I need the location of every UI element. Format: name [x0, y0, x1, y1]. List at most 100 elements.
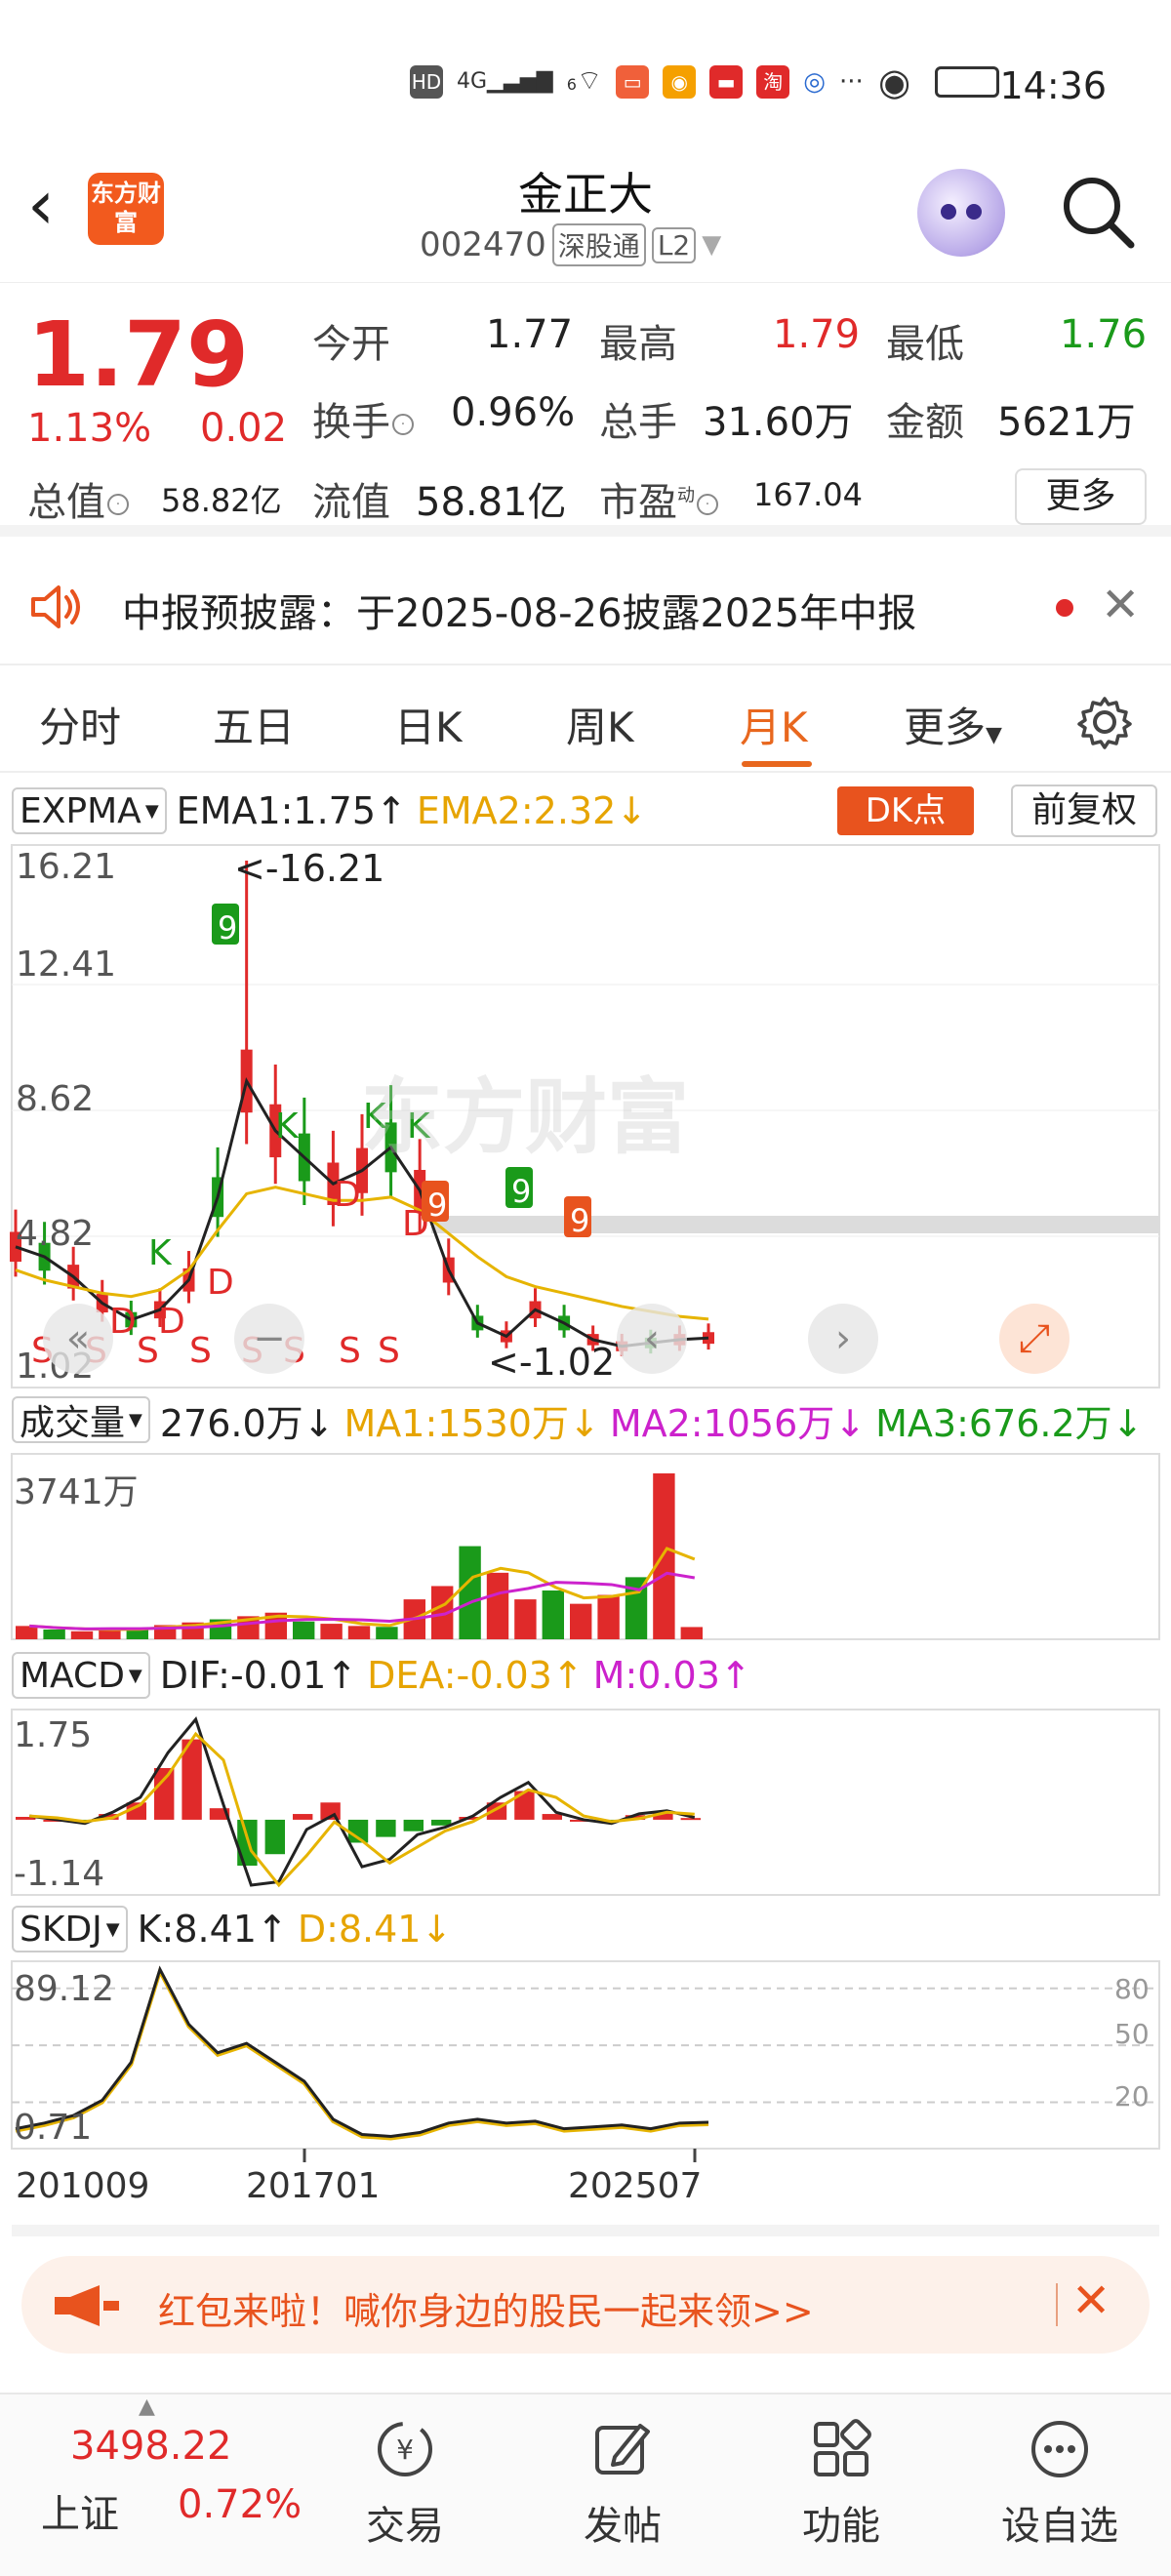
index-name[interactable]: 上证 — [41, 2482, 119, 2539]
macd-dif: DIF:-0.01↑ — [159, 1654, 358, 1697]
nav-add-watchlist-label: 设自选 — [1001, 2504, 1118, 2549]
robot-avatar-icon[interactable] — [917, 169, 1005, 257]
active-tab-indicator — [742, 761, 812, 767]
adjust-button[interactable]: 前复权 — [1011, 785, 1157, 837]
fullscreen-icon[interactable]: ⤢ — [999, 1304, 1070, 1374]
more-dots-icon — [1031, 2421, 1088, 2477]
close-icon[interactable]: ✕ — [1101, 578, 1140, 632]
dk-point-button[interactable]: DK点 — [837, 786, 974, 835]
ema2-value: EMA2:2.32↓ — [416, 789, 648, 832]
volume-bar — [459, 1546, 481, 1639]
tab-intraday[interactable]: 分时 — [39, 695, 121, 754]
macd-chart[interactable] — [11, 1709, 1160, 1896]
more-button[interactable]: 更多 — [1015, 468, 1147, 525]
macd-dea-line — [29, 1731, 695, 1888]
macd-dea: DEA:-0.03↑ — [367, 1654, 584, 1697]
signal-nine: 9 — [511, 1173, 531, 1210]
volume-ma2-line — [29, 1571, 696, 1630]
amount-label: 金额 — [886, 400, 964, 445]
unread-dot-icon — [1056, 599, 1073, 617]
macd-min-label: -1.14 — [14, 1854, 105, 1894]
index-value[interactable]: 3498.22 — [70, 2424, 231, 2469]
mktcap-label: 总值 · — [27, 470, 129, 527]
volume-bar — [70, 1630, 94, 1639]
promo-banner[interactable]: 红包来啦！喊你身边的股民一起来领>> ✕ — [21, 2256, 1150, 2354]
volume-bar — [597, 1594, 620, 1639]
volume-ma1-line — [29, 1547, 696, 1631]
high-value: 1.79 — [773, 312, 861, 357]
amount-value: 5621万 — [997, 400, 1136, 445]
macd-max-label: 1.75 — [14, 1715, 93, 1755]
status-icons: HD 4G▁▃▅▇ 6⌔ ▭ ◉ ▬ 淘 ◎ ··· — [410, 64, 864, 99]
tab-daily-k[interactable]: 日K — [394, 695, 463, 754]
turnover-label: 换手 · — [312, 390, 414, 447]
macd-selector[interactable]: MACD ▼ — [12, 1652, 150, 1699]
signal-d: D — [158, 1302, 185, 1342]
skdj-selector[interactable]: SKDJ ▼ — [12, 1906, 128, 1952]
notice-bar[interactable]: 中报预披露：于2025-08-26披露2025年中报 ✕ — [0, 548, 1171, 665]
skdj-d-line — [15, 1966, 709, 2141]
macd-bar — [293, 1814, 313, 1820]
expma-selector[interactable]: EXPMA ▼ — [12, 787, 167, 834]
nav-post-label: 发帖 — [584, 2504, 662, 2549]
more-notifications-icon: ··· — [838, 66, 864, 97]
nav-post[interactable]: 发帖 — [535, 2395, 710, 2576]
info-icon[interactable]: · — [107, 494, 129, 515]
skdj-chart[interactable] — [11, 1960, 1160, 2162]
search-icon[interactable] — [1059, 173, 1137, 251]
macd-dif-line — [28, 1715, 696, 1887]
settings-gear-icon[interactable] — [1077, 695, 1132, 749]
trade-icon: ¥ — [378, 2422, 432, 2476]
nav-add-watchlist[interactable]: 设自选 — [972, 2395, 1148, 2576]
volume-bar — [347, 1626, 371, 1639]
stock-code-row: 002470 深股通 L2 ▼ — [420, 223, 721, 266]
wifi-icon: 6⌔ — [566, 64, 603, 97]
price-band — [431, 1216, 1159, 1233]
tab-five-day[interactable]: 五日 — [213, 695, 295, 754]
zoom-out-button[interactable]: − — [234, 1304, 304, 1374]
x-label-end: 202507 — [568, 2166, 703, 2206]
signal-nine: 9 — [427, 1187, 447, 1224]
macd-legend: MACD ▼ DIF:-0.01↑ DEA:-0.03↑ M:0.03↑ — [12, 1651, 751, 1700]
y-label-2: 12.41 — [16, 945, 117, 985]
volume-selector[interactable]: 成交量 ▼ — [12, 1396, 150, 1443]
divider — [12, 2225, 1159, 2236]
signal-k: K — [148, 1233, 173, 1273]
signal-d: D — [334, 1175, 361, 1215]
scroll-prev-button[interactable]: ‹ — [617, 1304, 687, 1374]
pe-value: 167.04 — [753, 476, 863, 513]
index-change[interactable]: 0.72% — [178, 2482, 302, 2527]
app-notification-icon: ▬ — [709, 64, 744, 99]
dropdown-icon: ▼ — [128, 1665, 142, 1686]
info-icon[interactable]: · — [697, 494, 718, 515]
vol-ma2: MA2:1056万↓ — [609, 1401, 867, 1445]
connect-tag: 深股通 — [551, 223, 646, 266]
open-value: 1.77 — [486, 312, 574, 357]
divider — [1056, 2283, 1058, 2326]
nav-trade[interactable]: ¥ 交易 — [317, 2395, 493, 2576]
tab-monthly-k[interactable]: 月K — [740, 695, 808, 754]
tab-weekly-k[interactable]: 周K — [566, 695, 634, 754]
volume-chart[interactable] — [11, 1453, 1160, 1640]
y-label-max: 16.21 — [16, 847, 117, 887]
quote-panel: 1.79 1.13% 0.02 总值 · 58.82亿 今开 1.77 最高 1.… — [0, 283, 1171, 537]
scroll-left-button[interactable]: « — [43, 1304, 113, 1374]
open-label: 今开 — [312, 322, 390, 367]
signal-icon: 4G▁▃▅▇ — [457, 69, 553, 94]
volume-legend: 成交量 ▼ 276.0万↓ MA1:1530万↓ MA2:1056万↓ MA3:6… — [12, 1395, 1144, 1445]
skdj-level-50: 50 — [1114, 2018, 1150, 2050]
close-icon[interactable]: ✕ — [1071, 2274, 1110, 2328]
change-value: 0.02 — [200, 406, 288, 451]
nav-functions[interactable]: 功能 — [753, 2395, 929, 2576]
promo-text[interactable]: 红包来啦！喊你身边的股民一起来领>> — [158, 2281, 814, 2335]
notice-text[interactable]: 中报预披露：于2025-08-26披露2025年中报 — [122, 582, 916, 638]
period-tabs: 分时 五日 日K 周K 月K 更多▼ — [0, 673, 1171, 773]
dropdown-icon[interactable]: ▼ — [702, 230, 721, 260]
info-icon[interactable]: · — [392, 414, 414, 435]
tab-more[interactable]: 更多▼ — [904, 695, 1002, 754]
nav-functions-label: 功能 — [802, 2504, 880, 2549]
taobao-icon: 淘 — [756, 64, 790, 99]
dropdown-icon: ▼ — [129, 1409, 142, 1430]
scroll-next-button[interactable]: › — [808, 1304, 878, 1374]
signal-sell: S — [189, 1331, 212, 1371]
